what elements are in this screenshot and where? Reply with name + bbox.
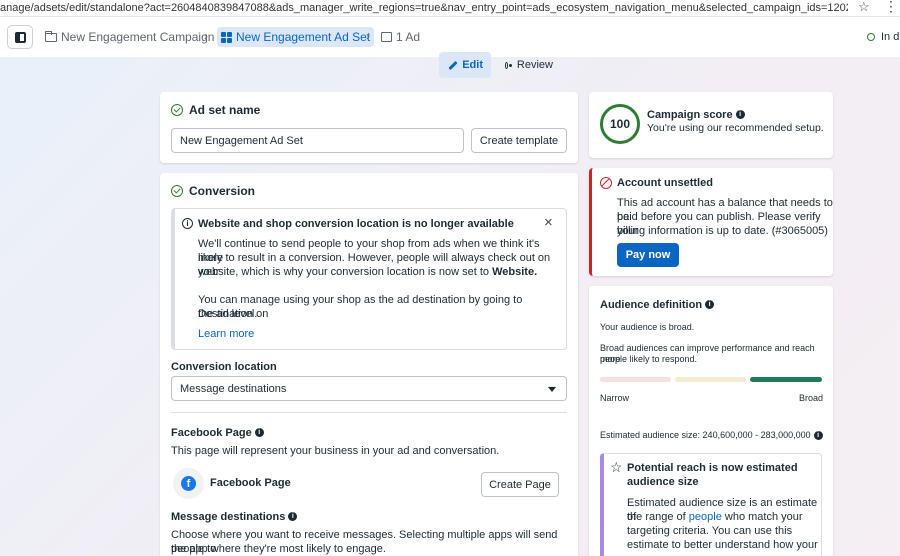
facebook-logo-icon: f [181, 476, 196, 491]
browser-menu-icon[interactable]: ⋮ [884, 0, 898, 15]
info-icon[interactable]: i [705, 300, 715, 310]
facebook-page-description: This page will represent your business i… [171, 445, 500, 457]
facebook-page-name: Facebook Page [210, 477, 291, 489]
conversion-title: Conversion [189, 184, 256, 198]
url-text[interactable]: anage/adsets/edit/standalone?act=2604840… [0, 2, 848, 14]
info-icon[interactable]: i [254, 428, 264, 438]
campaign-score-title: Campaign score [647, 109, 733, 121]
meter-label-broad: Broad [799, 393, 824, 403]
folder-icon [44, 30, 57, 42]
conversion-notice: i Website and shop conversion location i… [171, 208, 567, 350]
draft-status[interactable]: In dr [867, 31, 900, 43]
audience-broad-text: Your audience is broad. [600, 322, 695, 332]
campaign-score-card: 100 Campaign score i You're using our rec… [589, 92, 833, 158]
caret-down-icon [548, 387, 556, 392]
browser-address-bar[interactable]: anage/adsets/edit/standalone?act=2604840… [0, 0, 900, 17]
pencil-icon [447, 60, 455, 70]
meter-label-narrow: Narrow [600, 393, 630, 403]
adset-name-card: Ad set name New Engagement Ad Set Create… [160, 92, 578, 163]
check-circle-icon [171, 185, 183, 197]
divider [171, 412, 567, 413]
campaign-score-subtitle: You're using our recommended setup. [647, 122, 824, 134]
eye-icon [505, 61, 512, 69]
check-circle-icon [171, 104, 183, 116]
score-gauge: 100 [600, 104, 640, 144]
close-icon[interactable]: × [544, 214, 553, 231]
info-icon[interactable]: i [288, 512, 298, 522]
sidebar-panel-icon [14, 31, 26, 43]
conversion-location-select[interactable]: Message destinations [171, 376, 567, 401]
chevron-right-icon: › [366, 29, 370, 43]
account-unsettled-card: Account unsettled This ad account has a … [589, 168, 833, 276]
ad-icon [381, 32, 392, 42]
status-dot-icon [867, 33, 875, 41]
pay-now-button[interactable]: Pay now [617, 243, 679, 267]
breadcrumb-ad[interactable]: 1 Ad [381, 27, 420, 47]
info-icon[interactable]: i [735, 110, 745, 120]
breadcrumb-adset[interactable]: New Engagement Ad Set [217, 27, 375, 47]
error-circle-icon [600, 177, 612, 189]
conversion-card: Conversion i Website and shop conversion… [160, 173, 578, 556]
estimated-audience-size: Estimated audience size: 240,600,000 - 2… [600, 430, 811, 440]
create-template-button[interactable]: Create template [471, 128, 567, 153]
meter-segment-broad [750, 377, 822, 382]
message-destinations-title: Message destinations [171, 511, 286, 523]
people-link[interactable]: people [689, 511, 722, 523]
facebook-page-avatar: f [173, 468, 204, 499]
sidebar-toggle-button[interactable] [7, 25, 33, 49]
potential-reach-notice: ☆ Potential reach is now estimated audie… [600, 453, 822, 556]
info-icon[interactable]: i [813, 431, 823, 441]
learn-more-link[interactable]: Learn more [198, 327, 254, 341]
review-mode-button[interactable]: Review [497, 52, 561, 78]
meter-segment-narrow [600, 377, 671, 382]
meter-segment-defined [675, 377, 746, 382]
account-unsettled-title: Account unsettled [617, 177, 713, 189]
adset-name-input[interactable]: New Engagement Ad Set [171, 128, 464, 153]
audience-definition-title: Audience definition [600, 299, 703, 311]
notice-title: Website and shop conversion location is … [198, 218, 514, 230]
breadcrumb-campaign[interactable]: New Engagement Campaign [44, 27, 214, 47]
audience-breadth-meter [600, 377, 822, 382]
star-outline-icon: ☆ [610, 459, 623, 475]
conversion-location-label: Conversion location [171, 361, 277, 373]
facebook-page-title: Facebook Page [171, 427, 252, 439]
info-circle-icon: i [182, 218, 193, 229]
top-navigation: New Engagement Campaign › New Engagement… [0, 17, 900, 57]
edit-mode-button[interactable]: Edit [439, 52, 491, 78]
adset-name-title: Ad set name [189, 103, 261, 117]
bookmark-star-icon[interactable]: ☆ [858, 0, 870, 15]
chevron-right-icon: › [204, 29, 208, 43]
audience-definition-card: Audience definition i Your audience is br… [589, 286, 833, 556]
adset-grid-icon [221, 31, 232, 43]
create-page-button[interactable]: Create Page [481, 472, 559, 497]
